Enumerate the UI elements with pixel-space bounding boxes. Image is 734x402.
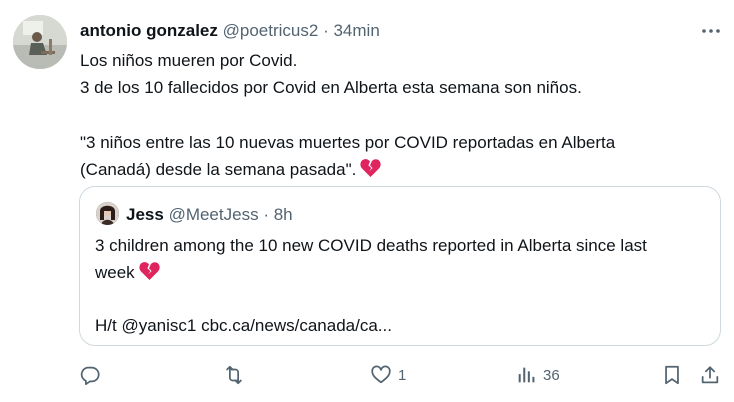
quoted-tweet[interactable]: Jess @MeetJess · 8h 3 children among the… [79,186,721,346]
author-avatar[interactable] [13,15,67,69]
tweet-text: Los niños mueren por Covid. 3 de los 10 … [80,47,720,183]
views-icon [515,364,537,386]
reply-icon [79,364,101,386]
tweet-timestamp[interactable]: 34min [333,21,379,40]
quoted-author-name[interactable]: Jess [126,205,164,224]
views-button[interactable]: 36 [515,360,560,390]
views-count: 36 [543,366,560,384]
like-button[interactable]: 1 [370,360,406,390]
bookmark-icon [661,364,683,386]
author-name[interactable]: antonio gonzalez [80,21,218,40]
tweet-line: (Canadá) desde la semana pasada". [80,160,357,179]
quoted-tweet-line: 3 children among the 10 new COVID deaths… [95,236,647,255]
tweet-line: "3 niños entre las 10 nuevas muertes por… [80,133,616,152]
more-options-icon[interactable] [700,20,722,42]
quoted-tweet-link-line[interactable]: H/t @yanisc1 cbc.ca/news/canada/ca... [95,312,715,339]
quoted-author-handle[interactable]: @MeetJess [169,205,259,224]
retweet-icon [223,364,245,386]
share-icon [699,364,721,386]
tweet-line: Los niños mueren por Covid. [80,51,298,70]
action-bar: 1 36 [0,360,734,390]
quoted-tweet-timestamp[interactable]: 8h [274,205,293,224]
quoted-author-avatar[interactable] [96,202,119,225]
tweet-header: antonio gonzalez @poetricus2 · 34min [80,20,380,42]
tweet[interactable]: antonio gonzalez @poetricus2 · 34min Los… [0,0,734,402]
tweet-line: 3 de los 10 fallecidos por Covid en Albe… [80,78,582,97]
reply-button[interactable] [79,360,107,390]
quoted-tweet-text: 3 children among the 10 new COVID deaths… [95,232,715,339]
share-button[interactable] [699,360,721,390]
broken-heart-icon [139,261,160,281]
like-count: 1 [398,366,407,384]
quoted-tweet-header: Jess @MeetJess · 8h [126,204,293,226]
heart-icon [370,364,392,386]
broken-heart-icon [360,158,381,178]
bookmark-button[interactable] [661,360,683,390]
quoted-tweet-line: week [95,263,135,282]
retweet-button[interactable] [223,360,251,390]
author-handle[interactable]: @poetricus2 [223,21,319,40]
separator-dot: · [263,205,269,224]
separator-dot: · [323,21,329,40]
